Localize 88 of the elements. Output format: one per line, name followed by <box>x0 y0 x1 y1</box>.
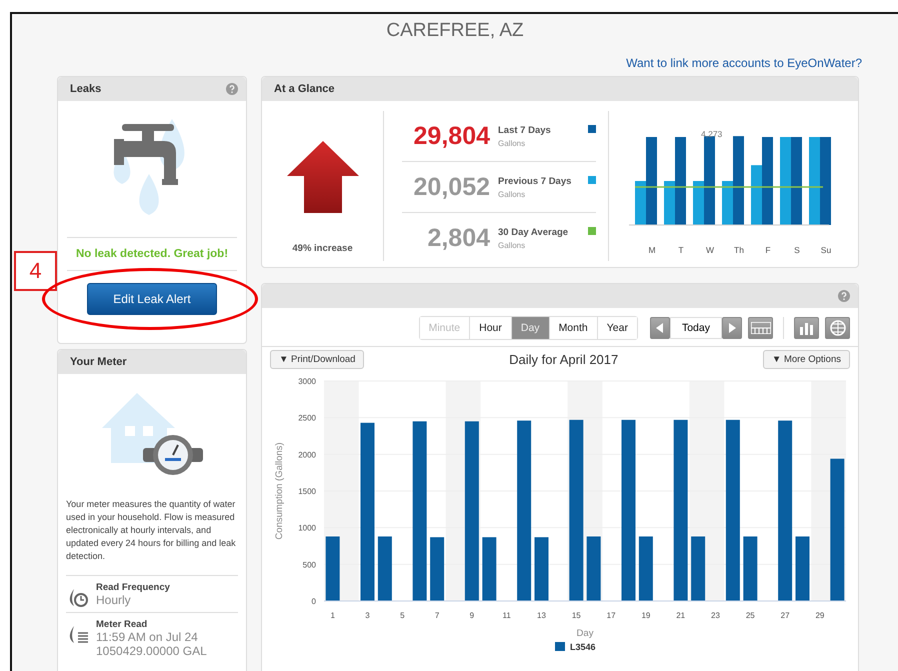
x-axis-tick-label: 7 <box>434 611 440 620</box>
page-title: CAREFREE, AZ <box>386 20 524 42</box>
today-button[interactable]: Today <box>670 317 722 339</box>
y-axis-tick-label: 3000 <box>298 377 316 386</box>
period-tab[interactable]: Year <box>596 317 637 339</box>
bar <box>326 536 340 601</box>
detail-value: 11:59 AM on Jul 24 <box>96 630 199 644</box>
x-axis-title: Day <box>576 628 594 639</box>
stat-unit: Gallons <box>498 190 526 198</box>
help-icon[interactable] <box>838 290 850 302</box>
more-options-button[interactable]: ▼ More Options <box>762 350 850 369</box>
callout-number: 4 <box>14 251 57 291</box>
bar <box>378 536 392 601</box>
legend-label: L3546 <box>570 642 596 651</box>
day-label: M <box>648 245 656 255</box>
x-axis-tick-label: 17 <box>606 611 616 620</box>
x-axis-tick-label: 3 <box>365 611 370 620</box>
detail-label: Read Frequency <box>96 582 170 594</box>
right-triangle-icon <box>728 323 736 333</box>
x-axis-tick-label: 5 <box>400 611 405 620</box>
bar <box>691 536 706 601</box>
detail-value: 1050429.00000 GAL <box>96 644 207 658</box>
day-label: T <box>678 245 684 255</box>
bar <box>430 537 444 601</box>
print-download-button[interactable]: ▼ Print/Download <box>270 350 364 369</box>
increase-text: 49% increase <box>292 243 353 254</box>
x-axis-tick-label: 13 <box>537 611 546 620</box>
card-title: Leaks <box>70 83 102 95</box>
day-label: W <box>706 245 714 255</box>
card-title: At a Glance <box>274 83 335 95</box>
stat-value: 20,052 <box>412 172 490 202</box>
card-title: Your Meter <box>70 356 127 368</box>
bar <box>482 537 496 601</box>
calendar-button[interactable] <box>748 317 773 339</box>
bar-chart-view-button[interactable] <box>794 317 819 339</box>
link-accounts-link[interactable]: Want to link more accounts to EyeOnWater? <box>626 56 862 70</box>
previous-button[interactable] <box>650 317 670 339</box>
stat-label: 30 Day Average <box>498 226 570 238</box>
bar-chart-icon <box>798 321 814 335</box>
next-button[interactable] <box>722 317 742 339</box>
chart-title: Daily for April 2017 <box>509 352 618 367</box>
stat-value: 2,804 <box>426 224 490 252</box>
x-axis-tick-label: 21 <box>676 611 686 620</box>
meter-description: Your meter measures the quantity of water used in your household. Flow is measured electronically at hourly intervals, and updated every 24 hours for billing and leak detection. <box>66 498 237 564</box>
legend-swatch <box>555 642 565 651</box>
drop-list-icon <box>68 625 90 646</box>
stat-unit: Gallons <box>498 138 526 148</box>
globe-button[interactable] <box>825 317 850 339</box>
y-axis-tick-label: 2000 <box>298 450 316 460</box>
bar <box>586 536 601 601</box>
up-arrow-icon <box>286 141 358 213</box>
y-axis-tick-label: 1500 <box>298 487 316 496</box>
x-axis-tick-label: 1 <box>330 611 335 620</box>
bar-value-label: 4,273 <box>701 129 722 139</box>
clock-drop-icon <box>68 588 90 608</box>
x-axis-tick-label: 23 <box>711 611 720 620</box>
day-label: S <box>794 245 800 255</box>
day-label: F <box>765 245 771 255</box>
bar <box>743 536 758 601</box>
y-axis-tick-label: 2500 <box>298 414 316 423</box>
edit-leak-alert-button[interactable]: Edit Leak Alert <box>87 283 217 315</box>
stat-value: 29,804 <box>412 122 490 150</box>
globe-icon <box>830 320 846 336</box>
stat-unit: Gallons <box>498 240 526 250</box>
y-axis-title: Consumption (Gallons) <box>274 442 285 540</box>
y-axis-tick-label: 500 <box>302 560 316 570</box>
x-axis-tick-label: 11 <box>502 611 511 620</box>
bar <box>534 537 548 601</box>
help-icon[interactable] <box>226 83 238 95</box>
x-axis-tick-label: 29 <box>815 611 824 620</box>
day-label: Th <box>734 245 744 255</box>
bar <box>638 536 653 601</box>
y-axis-tick-label: 1000 <box>298 524 316 533</box>
leak-status-text: No leak detected. Great job! <box>76 248 228 260</box>
stat-label: Last 7 Days <box>498 124 552 136</box>
left-triangle-icon <box>656 323 664 333</box>
x-axis-tick-label: 25 <box>746 611 755 620</box>
detail-value: Hourly <box>96 593 132 608</box>
x-axis-tick-label: 15 <box>572 611 581 620</box>
x-axis-tick-label: 19 <box>641 611 650 620</box>
bar <box>796 536 810 601</box>
x-axis-tick-label: 27 <box>780 611 790 620</box>
detail-label: Meter Read <box>96 619 148 630</box>
x-axis-tick-label: 9 <box>470 611 474 620</box>
day-label: Su <box>820 245 832 255</box>
stat-label: Previous 7 Days <box>498 176 572 186</box>
calendar-icon <box>750 322 770 334</box>
y-axis-tick-label: 0 <box>312 597 316 606</box>
